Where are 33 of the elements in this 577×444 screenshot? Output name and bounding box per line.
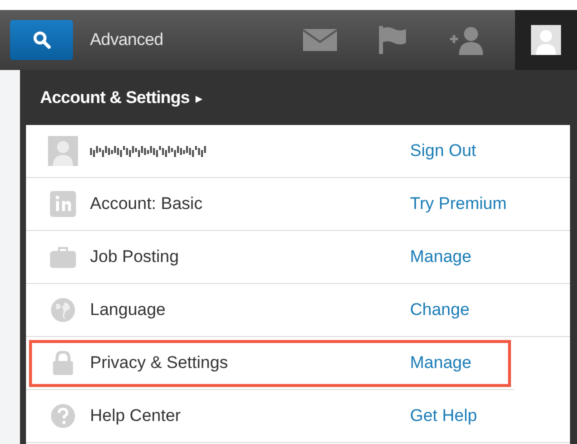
- menu-row[interactable]: Language Change: [26, 284, 570, 337]
- menu-item-label: Job Posting: [90, 247, 179, 267]
- menu-action-link[interactable]: Change: [410, 300, 470, 320]
- mail-icon[interactable]: [303, 29, 337, 51]
- briefcase-icon: [50, 246, 76, 268]
- menu-item-label: Help Center: [90, 406, 181, 426]
- globe-icon: [51, 298, 75, 322]
- menu-row[interactable]: Privacy & Settings Manage: [26, 337, 514, 390]
- menu-action-link[interactable]: Try Premium: [410, 194, 507, 214]
- menu-row[interactable]: Help Center Get Help: [26, 390, 570, 443]
- profile-tab[interactable]: [515, 10, 577, 70]
- menu-row[interactable]: Sign Out: [26, 125, 570, 178]
- flag-icon[interactable]: [379, 26, 407, 54]
- lock-icon: [53, 351, 73, 375]
- menu-action-link[interactable]: Manage: [410, 247, 472, 267]
- caret-icon: ▸: [196, 90, 203, 106]
- menu-item-label: Language: [90, 300, 166, 320]
- menu-action-link[interactable]: Manage: [410, 353, 472, 373]
- avatar-icon: [48, 136, 78, 166]
- search-icon: [32, 30, 52, 50]
- search-button[interactable]: [10, 20, 73, 60]
- advanced-link[interactable]: Advanced: [90, 30, 164, 50]
- menu-action-link[interactable]: Sign Out: [410, 141, 476, 161]
- menu-title[interactable]: Account & Settings: [40, 88, 190, 108]
- menu-action-link[interactable]: Get Help: [410, 406, 478, 426]
- menu-row[interactable]: Account: Basic Try Premium: [26, 178, 570, 231]
- in-logo-icon: [50, 191, 76, 217]
- menu-item-label: Privacy & Settings: [90, 353, 228, 373]
- help-icon: [51, 404, 75, 428]
- menu-item-label: Account: Basic: [90, 194, 202, 214]
- menu-row[interactable]: Job Posting Manage: [26, 231, 570, 284]
- add-person-icon[interactable]: [449, 25, 485, 55]
- avatar-icon: [531, 25, 561, 55]
